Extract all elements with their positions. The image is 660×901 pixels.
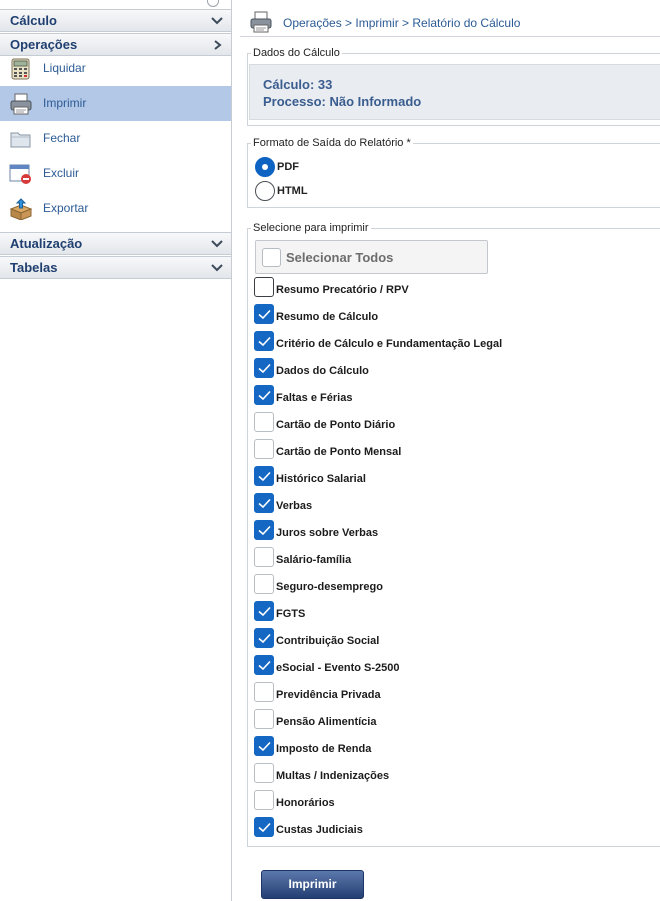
main-content: Operações > Imprimir > Relatório do Cálc…: [240, 0, 660, 901]
folder-icon: [9, 128, 33, 150]
report-option-label: Juros sobre Verbas: [276, 527, 379, 539]
sidebar-item-label: Excluir: [43, 166, 80, 180]
chevron-down-icon: [211, 263, 223, 273]
checkbox-checked[interactable]: [254, 520, 274, 540]
printer-icon: [9, 93, 33, 115]
report-option-label: Cartão de Ponto Diário: [276, 419, 396, 431]
report-option-label: Resumo de Cálculo: [276, 311, 379, 323]
report-option-label: eSocial - Evento S-2500: [276, 662, 400, 674]
dados-calculo-panel: Cálculo: 33 Processo: Não Informado: [249, 64, 660, 120]
checkbox-unchecked[interactable]: [254, 763, 274, 783]
checkbox-unchecked[interactable]: [254, 682, 274, 702]
report-option-label: Salário-família: [276, 554, 352, 566]
sidebar-item-label: Imprimir: [43, 96, 87, 110]
sidebar-item-label: Exportar: [43, 201, 89, 215]
processo-value: Processo: Não Informado: [263, 94, 422, 109]
checkbox-checked[interactable]: [254, 385, 274, 405]
delete-window-icon: [9, 163, 33, 185]
calculator-icon: [9, 58, 33, 80]
sidebar-item-imprimir[interactable]: Imprimir: [0, 86, 231, 121]
sidebar: Cálculo Operações Liquidar Imprimir Fech…: [0, 0, 232, 901]
checkbox-unchecked[interactable]: [254, 547, 274, 567]
checkbox-checked[interactable]: [254, 655, 274, 675]
page-header: Operações > Imprimir > Relatório do Cálc…: [240, 4, 660, 37]
section-tabelas[interactable]: Tabelas: [0, 256, 231, 279]
fieldset-legend: Selecione para imprimir: [253, 222, 369, 234]
sidebar-item-label: Liquidar: [43, 61, 86, 75]
report-option-label: Faltas e Férias: [276, 392, 353, 404]
section-label: Cálculo: [10, 13, 57, 28]
sidebar-resize-handle[interactable]: [207, 0, 219, 7]
breadcrumb: Operações > Imprimir > Relatório do Cálc…: [283, 16, 521, 30]
checkbox-unchecked[interactable]: [254, 790, 274, 810]
chevron-down-icon: [211, 239, 223, 249]
checkbox-checked[interactable]: [254, 466, 274, 486]
export-box-icon: [9, 198, 33, 220]
printer-icon: [249, 11, 273, 33]
chevron-down-icon: [211, 16, 223, 26]
section-calculo[interactable]: Cálculo: [0, 9, 231, 32]
section-label: Operações: [10, 37, 78, 52]
radio-button[interactable]: [255, 157, 275, 177]
checkbox-unchecked[interactable]: [254, 709, 274, 729]
checkbox-unchecked[interactable]: [254, 277, 274, 297]
report-option-label: Dados do Cálculo: [276, 365, 369, 377]
checkbox-checked[interactable]: [254, 304, 274, 324]
section-label: Atualização: [10, 236, 83, 251]
checkbox-checked[interactable]: [254, 331, 274, 351]
section-label: Tabelas: [10, 260, 58, 275]
sidebar-item-excluir[interactable]: Excluir: [0, 156, 231, 191]
radio-label: PDF: [277, 161, 299, 173]
report-option-label: Histórico Salarial: [276, 473, 366, 485]
report-option-label: Imposto de Renda: [276, 743, 372, 755]
report-option-label: FGTS: [276, 608, 306, 620]
fieldset-legend: Dados do Cálculo: [253, 47, 340, 59]
report-option-label: Multas / Indenizações: [276, 770, 390, 782]
checkbox-checked[interactable]: [254, 601, 274, 621]
report-option-label: Seguro-desemprego: [276, 581, 383, 593]
checkbox-unchecked[interactable]: [254, 412, 274, 432]
print-button[interactable]: Imprimir: [261, 870, 364, 899]
report-option-label: Cartão de Ponto Mensal: [276, 446, 402, 458]
radio-button[interactable]: [255, 181, 275, 201]
select-all-button[interactable]: Selecionar Todos: [255, 240, 488, 274]
report-option-label: Verbas: [276, 500, 313, 512]
sidebar-item-label: Fechar: [43, 131, 81, 145]
radio-label: HTML: [277, 185, 308, 197]
sidebar-item-exportar[interactable]: Exportar: [0, 191, 231, 226]
report-option-label: Honorários: [276, 797, 335, 809]
section-atualizacao[interactable]: Atualização: [0, 232, 231, 255]
report-option-label: Resumo Precatório / RPV: [276, 284, 409, 296]
checkbox-checked[interactable]: [254, 493, 274, 513]
sidebar-item-liquidar[interactable]: Liquidar: [0, 51, 231, 86]
chevron-right-icon: [211, 40, 223, 50]
checkbox-checked[interactable]: [254, 736, 274, 756]
calculo-number: Cálculo: 33: [263, 77, 333, 92]
sidebar-item-fechar[interactable]: Fechar: [0, 121, 231, 156]
formato-fieldset: Formato de Saída do Relatório *: [247, 137, 660, 208]
fieldset-legend: Formato de Saída do Relatório *: [253, 137, 411, 149]
report-option-label: Pensão Alimentícia: [276, 716, 377, 728]
report-option-label: Previdência Privada: [276, 689, 381, 701]
report-option-label: Contribuição Social: [276, 635, 380, 647]
select-all-checkbox[interactable]: [262, 248, 281, 267]
report-option-label: Custas Judiciais: [276, 824, 363, 836]
select-all-label: Selecionar Todos: [286, 250, 394, 265]
operations-menu: Liquidar Imprimir Fechar Excluir Exporta…: [0, 51, 231, 226]
report-option-label: Critério de Cálculo e Fundamentação Lega…: [276, 338, 503, 350]
checkbox-unchecked[interactable]: [254, 574, 274, 594]
checkbox-unchecked[interactable]: [254, 439, 274, 459]
checkbox-checked[interactable]: [254, 358, 274, 378]
checkbox-checked[interactable]: [254, 817, 274, 837]
checkbox-checked[interactable]: [254, 628, 274, 648]
